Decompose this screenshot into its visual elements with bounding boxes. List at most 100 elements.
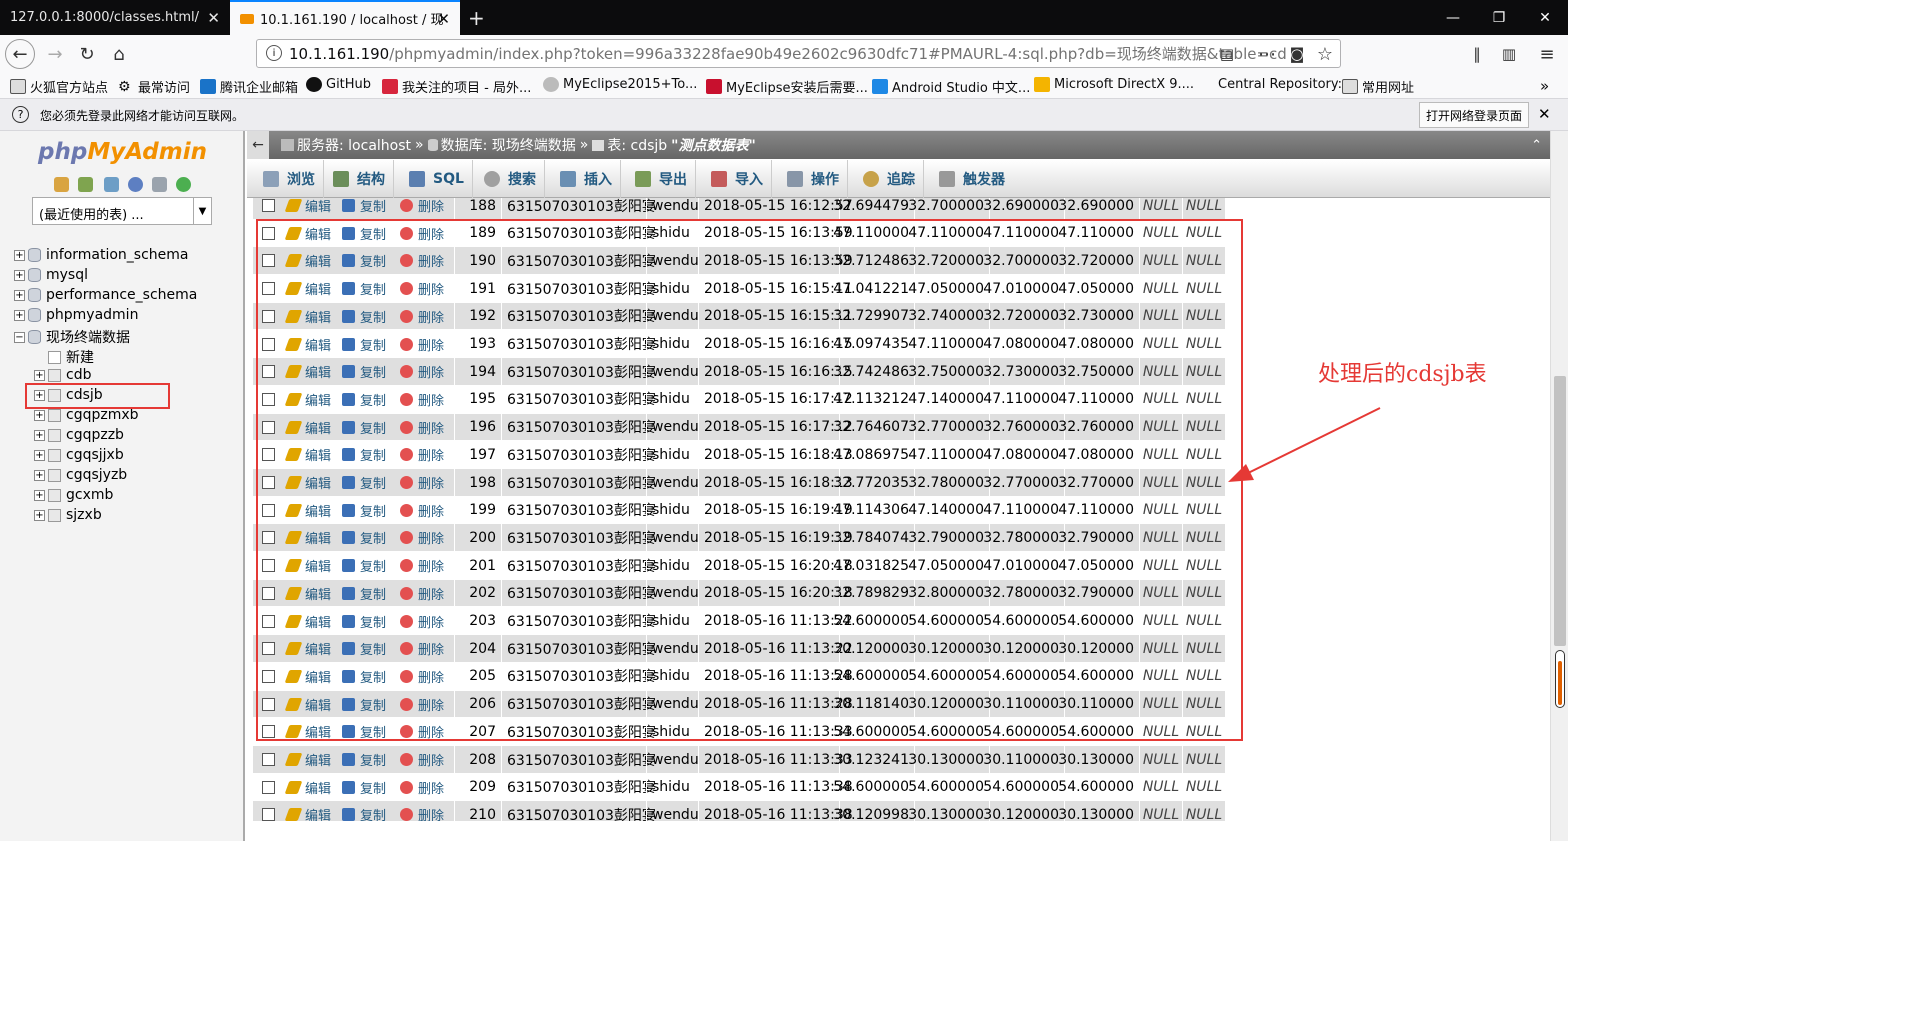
breadcrumb-database[interactable]: 数据库: 现场终端数据 — [441, 135, 576, 155]
cell-n1[interactable]: NULL — [1139, 746, 1182, 773]
cell-v3[interactable]: 32.690000 — [983, 198, 1064, 219]
tab-triggers[interactable]: 触发器 — [931, 160, 1013, 198]
bookmark-item[interactable]: 腾讯企业邮箱 — [200, 77, 298, 96]
bookmark-item[interactable]: MyEclipse2015+To... — [543, 77, 697, 92]
tab-search[interactable]: 搜索 — [476, 160, 545, 198]
more-icon[interactable]: ⋯ — [1252, 39, 1282, 69]
cell-v2[interactable]: 30.130000 — [908, 746, 989, 773]
table-row[interactable]: 编辑 复制 删除 208 631507030103彭阳宴 wendu 2018-05-16 … — [253, 746, 1225, 774]
tab-browse[interactable]: 浏览 — [255, 160, 324, 198]
expand-icon[interactable]: + — [34, 469, 45, 481]
delete-button[interactable]: 删除 — [396, 774, 454, 801]
cell-v1[interactable]: 32.694479 — [833, 198, 914, 219]
expand-icon[interactable]: + — [34, 509, 45, 521]
tree-table-item[interactable]: + cgqpzzb — [34, 427, 124, 443]
cell-n2[interactable]: NULL — [1182, 801, 1225, 821]
star-icon[interactable]: ☆ — [1310, 39, 1340, 69]
expand-icon[interactable]: + — [34, 429, 45, 441]
cell-v4[interactable]: 30.130000 — [1058, 801, 1139, 821]
cell-v2[interactable]: 30.130000 — [908, 801, 989, 821]
expand-icon[interactable]: + — [14, 309, 25, 321]
new-tab-button[interactable]: + — [462, 0, 492, 35]
cell-v1[interactable]: 30.120998 — [833, 801, 914, 821]
tab-operations[interactable]: 操作 — [779, 160, 848, 198]
tab-tracking[interactable]: 追踪 — [855, 160, 924, 198]
cell-n1[interactable]: NULL — [1139, 773, 1182, 801]
phpmyadmin-logo[interactable]: phpMyAdmin — [38, 139, 207, 165]
bookmark-item[interactable]: Central Repository: — [1218, 77, 1342, 92]
tree-new-table[interactable]: 新建 — [48, 347, 94, 367]
collapse-up-icon[interactable]: ⌃ — [1531, 138, 1542, 153]
cell-type[interactable]: wendu — [646, 746, 699, 773]
tree-table-item[interactable]: + gcxmb — [34, 487, 113, 503]
table-row[interactable]: 编辑 复制 删除 209 631507030103彭阳宴 shidu 2018-05-16 … — [253, 773, 1225, 802]
overflow-icon[interactable]: » — [1540, 77, 1549, 95]
forward-icon[interactable]: → — [40, 39, 70, 69]
cell-id[interactable]: 208 — [454, 746, 501, 773]
delete-button[interactable]: 删除 — [396, 746, 454, 773]
cell-n1[interactable]: NULL — [1139, 198, 1182, 219]
cell-n2[interactable]: NULL — [1182, 773, 1225, 801]
bookmark-item[interactable]: 我关注的项目 - 局外... — [382, 77, 531, 96]
cell-device[interactable]: 631507030103彭阳宴 — [501, 801, 656, 821]
cell-type[interactable]: wendu — [646, 801, 699, 821]
tab-classes[interactable]: 127.0.0.1:8000/classes.html/ ✕ — [0, 0, 230, 35]
edit-button[interactable]: 编辑 — [283, 801, 338, 821]
bookmark-item[interactable]: GitHub — [306, 77, 371, 92]
open-login-page-button[interactable]: 打开网络登录页面 — [1419, 102, 1529, 128]
copy-button[interactable]: 复制 — [338, 198, 396, 219]
query-window-icon[interactable] — [104, 177, 119, 192]
tab-structure[interactable]: 结构 — [325, 160, 394, 198]
tree-db-item[interactable]: + information_schema — [14, 247, 189, 263]
cell-time[interactable]: 2018-05-16 11:13:38 — [698, 801, 853, 821]
help-icon[interactable] — [128, 177, 143, 192]
expand-icon[interactable]: + — [14, 249, 25, 261]
delete-button[interactable]: 删除 — [396, 801, 454, 821]
home-icon[interactable] — [54, 177, 69, 192]
cell-n2[interactable]: NULL — [1182, 198, 1225, 219]
breadcrumb-table[interactable]: 表: cdsjb — [607, 135, 667, 155]
bookmark-item[interactable]: 常用网址 — [1342, 77, 1414, 96]
bookmark-item[interactable]: 火狐官方站点 — [10, 77, 108, 96]
recent-tables-select[interactable]: (最近使用的表) ... ▼ — [32, 197, 212, 225]
close-icon[interactable]: ✕ — [1538, 105, 1551, 123]
tab-import[interactable]: 导入 — [703, 160, 772, 198]
copy-button[interactable]: 复制 — [338, 774, 396, 801]
tree-db-item-active[interactable]: − 现场终端数据 — [14, 327, 130, 347]
cell-n1[interactable]: NULL — [1139, 801, 1182, 821]
bookmark-item[interactable]: Android Studio 中文... — [872, 77, 1030, 96]
reload-icon[interactable]: ↻ — [72, 39, 102, 69]
cell-v4[interactable]: 30.130000 — [1058, 746, 1139, 773]
tree-db-item[interactable]: + phpmyadmin — [14, 307, 138, 323]
tree-table-item[interactable]: + sjzxb — [34, 507, 102, 523]
pocket-icon[interactable]: ◙ — [1282, 39, 1312, 69]
collapse-left-icon[interactable]: ← — [247, 131, 269, 159]
cell-device[interactable]: 631507030103彭阳宴 — [501, 773, 656, 801]
row-checkbox[interactable] — [261, 780, 275, 794]
expand-icon[interactable]: + — [14, 269, 25, 281]
expand-icon[interactable]: + — [34, 369, 45, 381]
tree-table-item[interactable]: + cgqsjyzb — [34, 467, 127, 483]
tab-export[interactable]: 导出 — [627, 160, 696, 198]
bookmark-item[interactable]: ⚙ 最常访问 — [118, 77, 190, 96]
tree-table-item[interactable]: + cdb — [34, 367, 91, 383]
url-bar[interactable]: i 10.1.161.190/phpmyadmin/index.php?toke… — [256, 39, 1341, 68]
copy-button[interactable]: 复制 — [338, 746, 396, 773]
tree-table-item[interactable]: + cgqsjjxb — [34, 447, 124, 463]
cell-v4[interactable]: 54.600000 — [1058, 773, 1139, 801]
table-row[interactable]: 编辑 复制 删除 188 631507030103彭阳宴 wendu 2018-05-15 … — [253, 198, 1225, 220]
cell-type[interactable]: wendu — [646, 198, 699, 219]
close-icon[interactable]: ✕ — [437, 10, 450, 28]
row-checkbox[interactable] — [261, 753, 275, 766]
cell-v3[interactable]: 54.600000 — [983, 773, 1064, 801]
cell-v4[interactable]: 32.690000 — [1058, 198, 1139, 219]
cell-device[interactable]: 631507030103彭阳宴 — [501, 746, 656, 773]
sidebar-icon[interactable]: ▥ — [1494, 39, 1524, 69]
expand-icon[interactable]: + — [34, 489, 45, 501]
bookmark-item[interactable]: MyEclipse安装后需要... — [706, 77, 868, 96]
edit-button[interactable]: 编辑 — [283, 774, 338, 801]
cell-id[interactable]: 188 — [454, 198, 501, 219]
cell-time[interactable]: 2018-05-15 16:12:57 — [698, 198, 853, 219]
cell-v3[interactable]: 30.120000 — [983, 801, 1064, 821]
cell-v2[interactable]: 54.600000 — [908, 773, 989, 801]
